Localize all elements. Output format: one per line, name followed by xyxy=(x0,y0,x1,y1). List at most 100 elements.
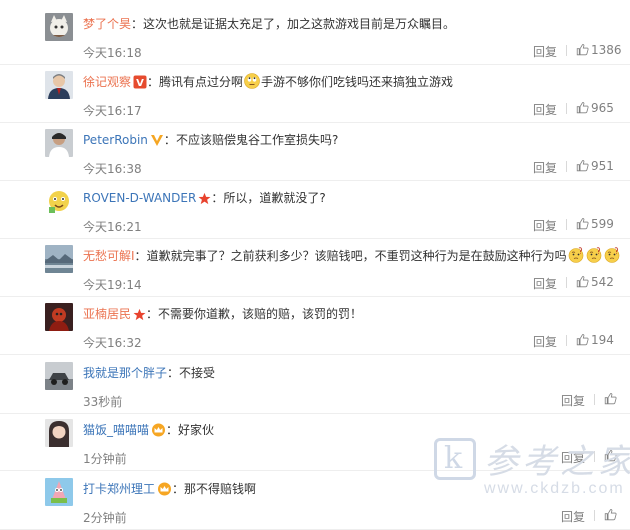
like-button[interactable]: 542 xyxy=(576,275,614,291)
username-link[interactable]: 我就是那个胖子 xyxy=(83,366,167,380)
like-count: 1386 xyxy=(591,43,622,57)
thumbs-up-icon xyxy=(576,217,589,233)
colon-separator: ： xyxy=(172,482,185,496)
username-link[interactable]: PeterRobin xyxy=(83,133,148,147)
comment-item: 猫饭_喵喵喵 ：好家伙 1分钟前 回复 xyxy=(0,413,630,471)
crown-icon[interactable] xyxy=(151,423,166,437)
action-divider xyxy=(566,219,567,230)
crown-icon[interactable] xyxy=(157,482,172,496)
comment-time: 今天16:32 xyxy=(83,336,142,350)
avatar[interactable] xyxy=(45,71,73,99)
comment-item: PeterRobin ：不应该赔偿鬼谷工作室损失吗? 今天16:38 回复 951 xyxy=(0,123,630,181)
avatar[interactable] xyxy=(45,129,73,157)
action-divider xyxy=(594,394,595,405)
avatar[interactable] xyxy=(45,419,73,447)
like-button[interactable] xyxy=(604,392,619,408)
like-button[interactable] xyxy=(604,508,619,524)
thinking-emoji xyxy=(604,247,620,263)
colon-separator: ： xyxy=(167,366,180,380)
thumbs-up-icon xyxy=(576,333,589,349)
comment-content: 打卡郑州理工 ：那不得赔钱啊 xyxy=(83,480,256,498)
colon-separator: ： xyxy=(134,249,147,263)
reply-button[interactable]: 回复 xyxy=(533,43,557,60)
thumbs-up-icon xyxy=(604,449,617,465)
reply-button[interactable]: 回复 xyxy=(561,508,585,525)
avatar[interactable] xyxy=(45,187,73,215)
reply-button[interactable]: 回复 xyxy=(561,449,585,466)
thumbs-up-icon xyxy=(576,159,589,175)
comment-item: 打卡郑州理工 ：那不得赔钱啊 2分钟前 回复 xyxy=(0,472,630,530)
action-divider xyxy=(566,277,567,288)
thumbs-up-icon xyxy=(604,508,617,524)
comment-content: ROVEN-D-WANDER ：所以，道歉就没了? xyxy=(83,189,326,207)
username-link[interactable]: 亚楠居民 xyxy=(83,307,131,321)
comment-text: 不接受 xyxy=(179,366,216,380)
comment-content: 梦了个昊：这次也就是证据太充足了，加之这款游戏目前是万众瞩目。 xyxy=(83,15,455,33)
thumbs-up-icon xyxy=(576,101,589,117)
reply-button[interactable]: 回复 xyxy=(533,333,557,350)
like-count: 542 xyxy=(591,275,614,289)
comment-content: 徐记观察 V ：腾讯有点过分啊 手游不够你们吃钱吗还来搞独立游戏 xyxy=(83,73,453,91)
comment-text: 好家伙 xyxy=(178,423,215,437)
reply-button[interactable]: 回复 xyxy=(533,217,557,234)
like-button[interactable]: 599 xyxy=(576,217,614,233)
like-button[interactable]: 965 xyxy=(576,101,614,117)
comment-item: 梦了个昊：这次也就是证据太充足了，加之这款游戏目前是万众瞩目。今天16:18 回复… xyxy=(0,7,630,65)
username-link[interactable]: 打卡郑州理工 xyxy=(83,482,155,496)
comment-content: 亚楠居民 ：不需要你道歉，该赔的赔，该罚的罚！ xyxy=(83,305,362,323)
like-count: 965 xyxy=(591,101,614,115)
comment-time: 2分钟前 xyxy=(83,511,127,525)
thumbs-up-icon xyxy=(604,392,617,408)
colon-separator: ： xyxy=(166,423,179,437)
v-yellow-icon[interactable] xyxy=(150,133,164,147)
reply-button[interactable]: 回复 xyxy=(533,101,557,118)
comment-text: 这次也就是证据太充足了，加之这款游戏目前是万众瞩目。 xyxy=(143,17,456,31)
reply-button[interactable]: 回复 xyxy=(533,159,557,176)
avatar[interactable] xyxy=(45,303,73,331)
comment-text: 不应该赔偿鬼谷工作室损失吗? xyxy=(175,133,339,147)
action-divider xyxy=(594,510,595,521)
comment-content: 我就是那个胖子：不接受 xyxy=(83,364,215,382)
reply-button[interactable]: 回复 xyxy=(561,392,585,409)
comment-text: 道歉就完事了？之前获利多少？该赔钱吧，不重罚这种行为是在鼓励这种行为吗 xyxy=(146,249,567,263)
comment-time: 今天16:38 xyxy=(83,162,142,176)
like-count: 599 xyxy=(591,217,614,231)
star-icon[interactable] xyxy=(198,192,211,205)
comment-content: 猫饭_喵喵喵 ：好家伙 xyxy=(83,421,214,439)
comment-text: 腾讯有点过分啊 xyxy=(159,75,244,89)
colon-separator: ： xyxy=(211,191,224,205)
like-button[interactable]: 1386 xyxy=(576,43,622,59)
username-link[interactable]: 猫饭_喵喵喵 xyxy=(83,423,149,437)
comment-item: 无愁可解I：道歉就完事了？之前获利多少？该赔钱吧，不重罚这种行为是在鼓励这种行为… xyxy=(0,239,630,297)
svg-text:V: V xyxy=(136,78,144,89)
comment-item: ROVEN-D-WANDER ：所以，道歉就没了? 今天16:21 回复 599 xyxy=(0,181,630,239)
comment-time: 今天16:17 xyxy=(83,104,142,118)
comment-time: 今天16:18 xyxy=(83,46,142,60)
comment-item: 我就是那个胖子：不接受 33秒前 回复 xyxy=(0,356,630,414)
like-button[interactable]: 194 xyxy=(576,333,614,349)
eyes-roll-emoji xyxy=(244,73,260,89)
like-button[interactable] xyxy=(604,449,619,465)
username-link[interactable]: 无愁可解I xyxy=(83,249,135,263)
thumbs-up-icon xyxy=(576,275,589,291)
reply-button[interactable]: 回复 xyxy=(533,275,557,292)
comment-time: 今天19:14 xyxy=(83,278,142,292)
username-link[interactable]: 徐记观察 xyxy=(83,75,131,89)
avatar[interactable] xyxy=(45,362,73,390)
avatar[interactable] xyxy=(45,478,73,506)
comment-time: 33秒前 xyxy=(83,395,123,409)
avatar[interactable] xyxy=(45,245,73,273)
comment-time: 今天16:21 xyxy=(83,220,142,234)
thinking-emoji xyxy=(586,247,602,263)
v-red-icon[interactable]: V xyxy=(133,75,147,89)
comment-item: 徐记观察 V ：腾讯有点过分啊 手游不够你们吃钱吗还来搞独立游戏今天16:17 回复 96… xyxy=(0,65,630,123)
colon-separator: ： xyxy=(147,75,160,89)
avatar[interactable] xyxy=(45,13,73,41)
username-link[interactable]: ROVEN-D-WANDER xyxy=(83,191,196,205)
like-button[interactable]: 951 xyxy=(576,159,614,175)
star-icon[interactable] xyxy=(133,308,146,321)
action-divider xyxy=(566,161,567,172)
comment-text: 手游不够你们吃钱吗还来搞独立游戏 xyxy=(261,75,454,89)
username-link[interactable]: 梦了个昊 xyxy=(83,17,131,31)
comment-time: 1分钟前 xyxy=(83,452,127,466)
